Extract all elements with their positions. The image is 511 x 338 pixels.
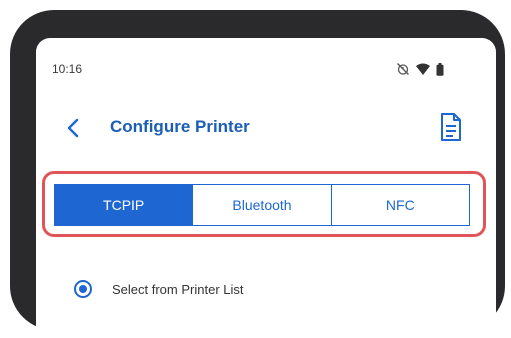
page-title: Configure Printer xyxy=(110,117,250,136)
select-from-list-option[interactable]: Select from Printer List xyxy=(74,278,474,306)
tab-tcpip[interactable]: TCPIP xyxy=(55,185,194,225)
back-button[interactable] xyxy=(62,114,86,142)
back-chevron-icon xyxy=(67,118,79,138)
status-bar: 10:16 xyxy=(36,38,496,78)
app-screen: 10:16 Configure Printer TCPIP Bluetooth … xyxy=(36,38,496,338)
status-time: 10:16 xyxy=(52,62,83,76)
wifi-icon xyxy=(416,63,430,75)
document-icon xyxy=(441,113,461,141)
tab-nfc[interactable]: NFC xyxy=(331,185,469,225)
status-icons xyxy=(396,62,444,76)
select-from-list-radio[interactable] xyxy=(74,280,92,298)
document-button[interactable] xyxy=(438,112,464,142)
select-from-list-label: Select from Printer List xyxy=(112,282,244,297)
battery-icon xyxy=(436,62,444,76)
alarm-off-icon xyxy=(396,62,410,76)
connection-tabs: TCPIP Bluetooth NFC xyxy=(54,184,470,226)
tab-bluetooth[interactable]: Bluetooth xyxy=(193,185,332,225)
app-bar: Configure Printer xyxy=(36,108,496,148)
radio-selected-dot xyxy=(79,285,87,293)
